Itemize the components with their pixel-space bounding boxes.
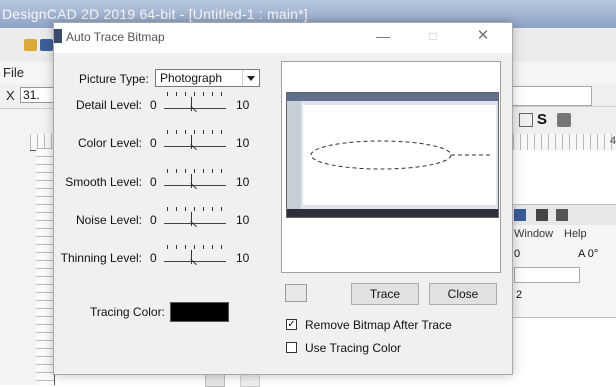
trace-button[interactable]: Trace	[351, 283, 419, 305]
slider-ticks	[167, 245, 225, 249]
left-ruler-ticks	[36, 148, 54, 385]
remove-bitmap-checkbox[interactable]: ✓	[286, 319, 297, 330]
top-ruler-number: 4	[610, 135, 616, 147]
tool-icon-2[interactable]	[536, 209, 548, 221]
slider-thumb[interactable]	[191, 135, 201, 149]
slider-max: 10	[236, 213, 250, 227]
picture-type-value: Photograph	[160, 71, 223, 85]
save-icon[interactable]	[40, 39, 53, 51]
chevron-down-icon[interactable]	[242, 70, 259, 86]
inner-field-1[interactable]: 0	[514, 248, 520, 260]
slider-thumb[interactable]	[191, 97, 201, 111]
inner-menu: Window Help	[506, 225, 616, 243]
preview-thumbnail	[286, 92, 499, 218]
slider-thumb[interactable]	[191, 212, 201, 226]
bitmap-preview	[281, 61, 501, 273]
tool-icon-3[interactable]	[556, 209, 568, 221]
auto-trace-bitmap-dialog: Auto Trace Bitmap — □ ✕ Picture Type: Ph…	[53, 22, 513, 375]
inner-field-3[interactable]: 2	[516, 289, 522, 301]
slider-min: 0	[150, 213, 157, 227]
level-slider[interactable]	[164, 167, 226, 193]
slider-ticks	[167, 207, 225, 211]
level-slider[interactable]	[164, 243, 226, 269]
menu-file[interactable]: File	[3, 65, 24, 80]
slider-max: 10	[236, 251, 250, 265]
dialog-body: Picture Type: Photograph Detail Level: 0 1…	[54, 53, 512, 374]
level-slider[interactable]	[164, 128, 226, 154]
minimize-button[interactable]: —	[372, 25, 394, 47]
preview-canvas	[303, 105, 496, 205]
remove-bitmap-label[interactable]: Remove Bitmap After Trace	[305, 318, 452, 332]
slider-min: 0	[150, 98, 157, 112]
inner-field-1b[interactable]: A 0°	[578, 248, 598, 260]
s-tool-button[interactable]: S	[537, 111, 547, 128]
app-title: DesignCAD 2D 2019 64-bit - [Untitled-1 :…	[2, 6, 308, 22]
inner-dropdown[interactable]	[514, 267, 580, 283]
inner-field-row-1: 0 A 0°	[506, 245, 616, 265]
slider-max: 10	[236, 98, 250, 112]
tracing-color-label: Tracing Color:	[90, 305, 165, 319]
picture-type-select[interactable]: Photograph	[155, 69, 260, 87]
slider-min: 0	[150, 136, 157, 150]
dialog-app-icon	[54, 29, 62, 43]
slider-thumb[interactable]	[191, 174, 201, 188]
close-button[interactable]: Close	[429, 283, 497, 305]
right-input-field[interactable]	[510, 86, 592, 106]
arrow-icon[interactable]	[519, 113, 533, 127]
slider-ticks	[167, 92, 225, 96]
slider-max: 10	[236, 136, 250, 150]
slider-ticks	[167, 130, 225, 134]
maximize-button: □	[429, 29, 437, 43]
open-folder-icon[interactable]	[24, 39, 37, 51]
slider-label: Color Level:	[77, 136, 142, 150]
airfoil-shape	[310, 140, 493, 170]
slider-min: 0	[150, 175, 157, 189]
tool-icon-1[interactable]	[514, 209, 526, 221]
inner-toolbar	[506, 205, 616, 225]
dialog-title-bar: Auto Trace Bitmap — □ ✕	[54, 23, 512, 53]
use-tracing-color-checkbox[interactable]	[286, 342, 297, 353]
right-toolbar: S	[512, 106, 616, 136]
preview-titlebar	[287, 93, 498, 101]
scanner-icon[interactable]	[285, 284, 307, 302]
slider-max: 10	[236, 175, 250, 189]
level-slider[interactable]	[164, 90, 226, 116]
tracing-color-swatch[interactable]	[170, 302, 229, 322]
settings-icon[interactable]	[557, 113, 571, 127]
slider-label: Noise Level:	[75, 213, 142, 227]
inner-field-row-2	[506, 265, 616, 285]
slider-label: Smooth Level:	[65, 175, 142, 189]
preview-taskbar	[287, 209, 498, 217]
inner-menu-help[interactable]: Help	[564, 228, 587, 240]
dialog-title: Auto Trace Bitmap	[66, 30, 165, 44]
slider-thumb[interactable]	[191, 250, 201, 264]
inner-field-row-3: 2	[506, 287, 616, 307]
picture-type-label: Picture Type:	[79, 72, 149, 86]
slider-min: 0	[150, 251, 157, 265]
slider-label: Thinning Level:	[60, 251, 142, 265]
x-coordinate-label: X	[6, 88, 15, 103]
preview-sidebar	[287, 101, 301, 209]
inner-menu-window[interactable]: Window	[514, 228, 553, 240]
close-window-button[interactable]: ✕	[472, 25, 494, 47]
level-slider[interactable]	[164, 205, 226, 231]
slider-label: Detail Level:	[75, 98, 142, 112]
slider-ticks	[167, 169, 225, 173]
use-tracing-color-label[interactable]: Use Tracing Color	[305, 341, 401, 355]
inner-tool-window: Window Help 0 A 0° 2	[505, 204, 616, 318]
